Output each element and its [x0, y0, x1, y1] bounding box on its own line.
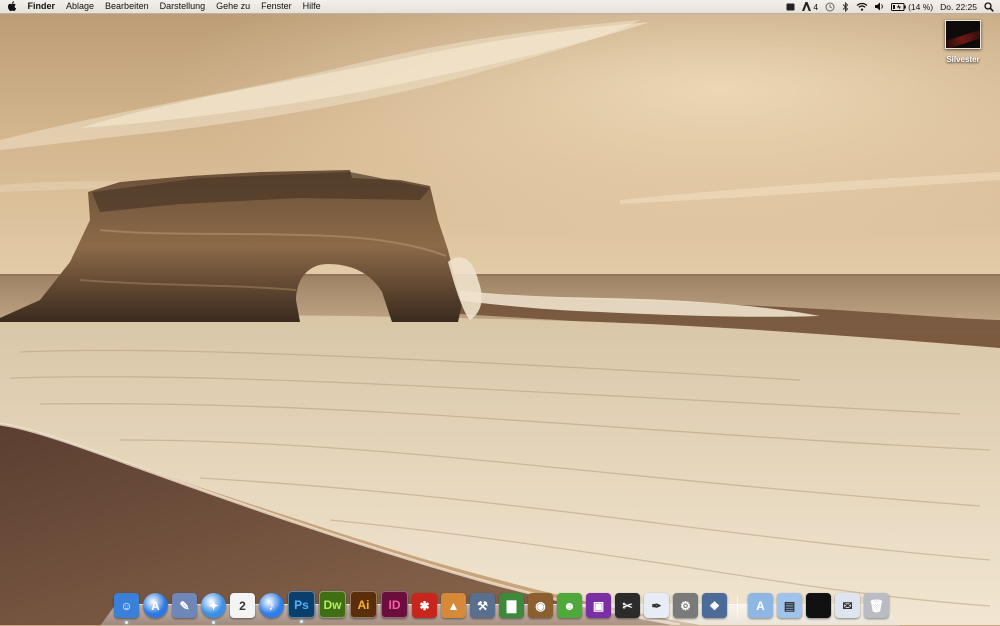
- dock-applications-stack[interactable]: A: [748, 593, 773, 618]
- textedit-icon: ✒: [651, 598, 662, 613]
- dock-dreamweaver[interactable]: Dw: [319, 591, 346, 618]
- bluetooth-icon[interactable]: [842, 1, 849, 12]
- dock-final-cut[interactable]: ✂: [615, 593, 640, 618]
- gear-icon: ⚙: [680, 598, 691, 613]
- dock-numbers[interactable]: ▇: [499, 593, 524, 618]
- dock-acrobat[interactable]: ✱: [412, 593, 437, 618]
- dock-safari[interactable]: ✦: [201, 593, 226, 624]
- dock-preview[interactable]: ✎: [172, 593, 197, 618]
- menu-ablage[interactable]: Ablage: [61, 0, 100, 13]
- dock-xcode[interactable]: ⚒: [470, 593, 495, 618]
- dock-keynote[interactable]: ▲: [441, 593, 466, 618]
- running-indicator: [212, 621, 215, 624]
- battery-percentage: (14 %): [908, 1, 934, 12]
- menu-bar: Finder Ablage Bearbeiten Darstellung Geh…: [0, 0, 1000, 14]
- dock-adium[interactable]: ☻: [557, 593, 582, 618]
- dock-mail-stack[interactable]: ✉: [835, 593, 860, 618]
- dock-documents-stack[interactable]: ▤: [777, 593, 802, 618]
- dock-app-store[interactable]: A: [143, 593, 168, 618]
- desktop-file-silvester[interactable]: Silvester: [937, 20, 989, 64]
- clapper-icon: ✂: [622, 598, 633, 613]
- iphoto-icon: ◉: [535, 598, 546, 613]
- dock-textedit[interactable]: ✒: [644, 593, 669, 618]
- dock-photo-booth[interactable]: ▣: [586, 593, 611, 618]
- battery-icon: [891, 2, 906, 11]
- mail-stack-icon: ✉: [842, 598, 853, 613]
- dock-itunes[interactable]: ♪: [259, 593, 284, 618]
- app-store-icon: A: [151, 598, 160, 613]
- trash-icon: 🗑: [868, 598, 885, 613]
- menu-finder[interactable]: Finder: [22, 0, 61, 13]
- keynote-icon: ▲: [447, 598, 460, 613]
- dock-iphoto[interactable]: ◉: [528, 593, 553, 618]
- dock-ical[interactable]: 2: [230, 593, 255, 618]
- adobe-updater-status[interactable]: 4: [802, 2, 818, 12]
- volume-icon[interactable]: [875, 2, 884, 11]
- adium-icon: ☻: [563, 598, 576, 613]
- menubar-clock[interactable]: Do. 22:25: [940, 2, 977, 12]
- dock-indesign[interactable]: ID: [381, 591, 408, 618]
- menu-hilfe[interactable]: Hilfe: [297, 0, 326, 13]
- display-status-icon[interactable]: [786, 3, 795, 11]
- dock-photoshop[interactable]: Ps: [288, 591, 315, 623]
- image-file-icon: [945, 20, 981, 49]
- finder-icon: ☺: [120, 598, 133, 613]
- spotlight-search-icon[interactable]: [984, 1, 994, 12]
- menu-bearbeiten[interactable]: Bearbeiten: [100, 0, 155, 13]
- adobe-icon: [802, 2, 812, 11]
- xcode-icon: ⚒: [477, 598, 488, 613]
- wifi-icon[interactable]: [856, 2, 868, 11]
- dock-trash[interactable]: 🗑: [864, 593, 889, 618]
- apple-icon[interactable]: [6, 1, 18, 12]
- illustrator-icon: Ai: [357, 597, 370, 612]
- numbers-icon: ▇: [506, 598, 517, 613]
- menu-darstellung[interactable]: Darstellung: [154, 0, 211, 13]
- applications-folder-icon: A: [756, 598, 765, 613]
- itunes-icon: ♪: [268, 598, 275, 613]
- acrobat-icon: ✱: [419, 598, 430, 613]
- preview-icon: ✎: [179, 598, 190, 613]
- dock-finder[interactable]: ☺: [114, 593, 139, 624]
- dock-system-preferences[interactable]: ⚙: [673, 593, 698, 618]
- menu-fenster[interactable]: Fenster: [256, 0, 298, 13]
- desktop-file-label: Silvester: [946, 55, 980, 64]
- dock: ☺ A ✎ ✦ 2 ♪ Ps Dw Ai ID ✱ ▲ ⚒ ▇ ◉ ☻ ▣ ✂ ✒ ⚙ ❖ A ▤ ✉ 🗑: [114, 588, 889, 624]
- dock-separator: [737, 596, 738, 618]
- photoshop-icon: Ps: [294, 597, 309, 612]
- adobe-updater-count: 4: [813, 1, 819, 12]
- indesign-icon: ID: [388, 597, 401, 612]
- dock-illustrator[interactable]: Ai: [350, 591, 377, 618]
- running-indicator: [300, 620, 303, 623]
- menu-gehe-zu[interactable]: Gehe zu: [211, 0, 256, 13]
- documents-folder-icon: ▤: [783, 598, 796, 613]
- dock-preview-photos[interactable]: ❖: [702, 593, 727, 618]
- battery-status[interactable]: (14 %): [891, 2, 933, 12]
- calendar-icon: 2: [239, 598, 246, 613]
- photos-icon: ❖: [709, 598, 720, 613]
- photo-booth-icon: ▣: [592, 598, 605, 613]
- desktop-wallpaper: [0, 0, 1000, 625]
- safari-icon: ✦: [208, 598, 219, 613]
- time-machine-icon[interactable]: [825, 2, 835, 12]
- dreamweaver-icon: Dw: [323, 597, 342, 612]
- running-indicator: [125, 621, 128, 624]
- dock-downloads-stack[interactable]: [806, 593, 831, 618]
